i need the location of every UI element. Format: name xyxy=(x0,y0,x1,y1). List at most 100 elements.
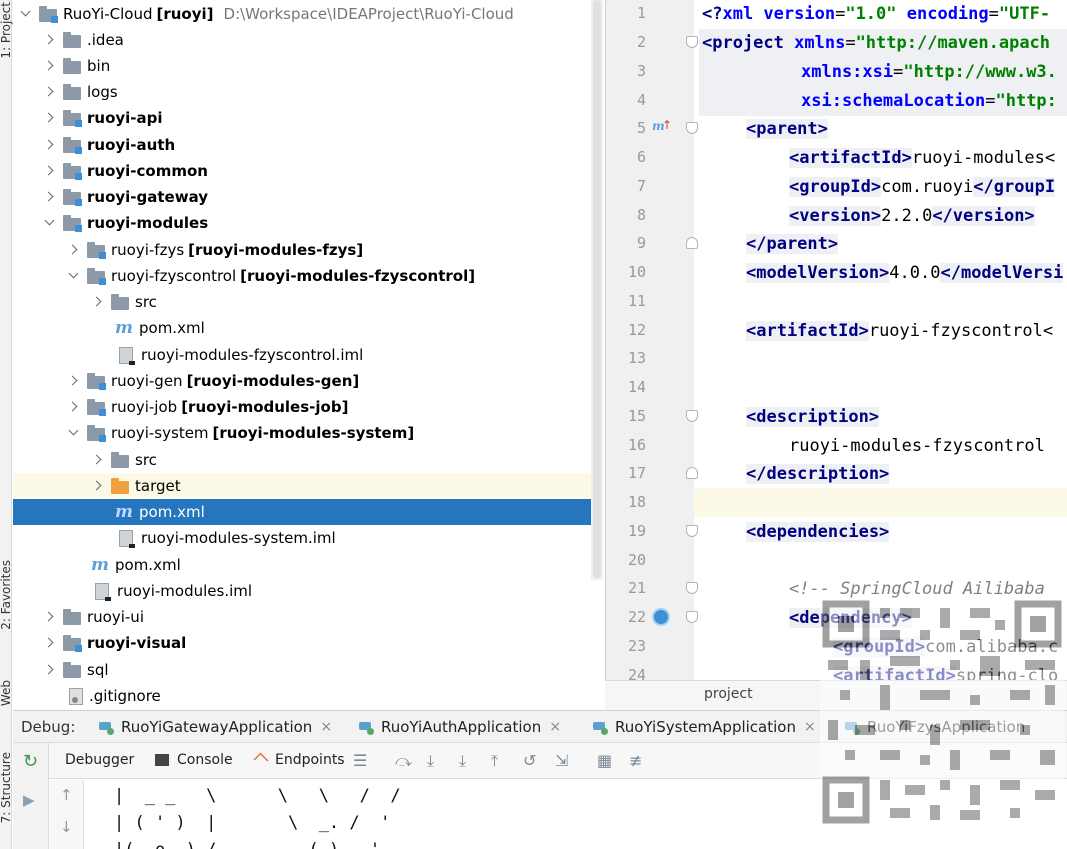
evaluate-expression-icon[interactable]: ▦ xyxy=(597,751,612,770)
tree-item-ruoyi-visual[interactable]: ruoyi-visual xyxy=(13,630,603,656)
expand-arrow-icon[interactable] xyxy=(43,165,55,177)
fold-marker-icon[interactable] xyxy=(686,122,698,134)
tree-item-logs[interactable]: logs xyxy=(13,79,603,105)
expand-arrow-icon[interactable] xyxy=(91,480,103,492)
navigate-up-arrow-icon[interactable]: ↑ xyxy=(662,118,672,132)
tree-item-ruoyi-ui[interactable]: ruoyi-ui xyxy=(13,604,603,630)
code-line-12: <artifactId>ruoyi-fzyscontrol< xyxy=(746,317,1053,346)
debug-session-tab-auth[interactable]: RuoYiAuthApplication × xyxy=(359,718,561,736)
structure-tool-tab[interactable]: 7: Structure xyxy=(0,752,13,823)
expand-arrow-icon[interactable] xyxy=(43,191,55,203)
expand-arrow-icon[interactable] xyxy=(67,244,79,256)
close-icon[interactable]: × xyxy=(320,719,332,735)
code-line-21: <!-- SpringCloud Ailibaba xyxy=(789,575,1045,604)
fold-marker-icon[interactable] xyxy=(686,467,698,479)
line-number: 8 xyxy=(636,206,646,224)
tree-item-src[interactable]: src xyxy=(13,447,603,473)
expand-arrow-icon[interactable] xyxy=(43,86,55,98)
project-tree[interactable]: RuoYi-Cloud [ruoyi] D:\Workspace\IDEAPro… xyxy=(13,0,603,710)
show-execution-point-icon[interactable]: ⤼ xyxy=(395,751,412,771)
menu-icon[interactable]: ☰ xyxy=(353,751,367,770)
step-out-icon[interactable]: ⤒ xyxy=(491,751,498,771)
tree-item-ruoyi-auth[interactable]: ruoyi-auth xyxy=(13,132,603,158)
run-to-cursor-icon[interactable]: ⇲ xyxy=(555,751,568,770)
scroll-up-icon[interactable]: ↑ xyxy=(60,786,73,804)
debug-session-tab-fzys[interactable]: RuoYiFzysApplication xyxy=(845,718,1025,736)
drop-frame-icon[interactable]: ↺ xyxy=(523,751,536,770)
expand-arrow-icon[interactable] xyxy=(43,664,55,676)
tree-item-iml-file[interactable]: ruoyi-modules-fzyscontrol.iml xyxy=(13,342,603,368)
step-over-icon[interactable]: ⤓ xyxy=(427,751,434,771)
debug-session-tab-system[interactable]: RuoYiSystemApplication × xyxy=(593,718,816,736)
tree-item-ruoyi-api[interactable]: ruoyi-api xyxy=(13,105,603,131)
expand-arrow-icon[interactable] xyxy=(43,611,55,623)
fold-marker-icon[interactable] xyxy=(686,36,698,48)
breadcrumb-project[interactable]: project xyxy=(704,686,753,702)
tree-item-target[interactable]: target xyxy=(13,473,603,499)
tree-item-ruoyi-system[interactable]: ruoyi-system [ruoyi-modules-system] xyxy=(13,420,603,446)
module-folder-icon xyxy=(63,162,82,180)
collapse-arrow-icon[interactable] xyxy=(43,217,55,229)
code-editor[interactable]: 1 2 3 4 5 6 7 8 9 10 11 12 13 14 15 16 1… xyxy=(605,0,1067,680)
tree-item-bin[interactable]: bin xyxy=(13,53,603,79)
session-name: RuoYiSystemApplication xyxy=(615,718,796,736)
debug-label: Debug: xyxy=(21,718,76,736)
tree-item-gitignore[interactable]: .gitignore xyxy=(13,683,603,709)
scrollbar-thumb[interactable] xyxy=(593,0,601,578)
fold-marker-icon[interactable] xyxy=(686,611,698,623)
expand-arrow-icon[interactable] xyxy=(43,112,55,124)
tree-item-pom-xml[interactable]: m pom.xml xyxy=(13,552,603,578)
expand-arrow-icon[interactable] xyxy=(43,637,55,649)
tab-console[interactable]: Console xyxy=(155,752,233,768)
tab-endpoints[interactable]: Endpoints xyxy=(253,752,345,768)
resume-icon[interactable]: ▶ xyxy=(23,791,35,809)
collapse-arrow-icon[interactable] xyxy=(19,8,31,20)
tree-item-pom-xml-selected[interactable]: m pom.xml xyxy=(13,499,603,525)
tree-item-src[interactable]: src xyxy=(13,289,603,315)
tree-item-ruoyi-fzys[interactable]: ruoyi-fzys [ruoyi-modules-fzys] xyxy=(13,237,603,263)
tree-item-ruoyi-gen[interactable]: ruoyi-gen [ruoyi-modules-gen] xyxy=(13,368,603,394)
trace-icon[interactable]: ≢ xyxy=(629,751,642,770)
tree-item-ruoyi-modules[interactable]: ruoyi-modules xyxy=(13,210,603,236)
project-tool-tab[interactable]: 1: Project xyxy=(0,2,13,59)
expand-arrow-icon[interactable] xyxy=(43,139,55,151)
spring-boot-run-icon xyxy=(845,720,860,735)
tree-item-root[interactable]: RuoYi-Cloud [ruoyi] D:\Workspace\IDEAPro… xyxy=(13,1,603,27)
fold-marker-icon[interactable] xyxy=(686,410,698,422)
tree-item-sql[interactable]: sql xyxy=(13,657,603,683)
tree-item-iml-file[interactable]: ruoyi-modules.iml xyxy=(13,578,603,604)
collapse-arrow-icon[interactable] xyxy=(67,270,79,282)
tab-debugger[interactable]: Debugger xyxy=(65,752,134,768)
tree-item-iml-file[interactable]: ruoyi-modules-system.iml xyxy=(13,525,603,551)
expand-arrow-icon[interactable] xyxy=(43,34,55,46)
tree-scrollbar[interactable] xyxy=(591,0,603,580)
spring-boot-run-icon xyxy=(359,720,374,735)
tree-item-ruoyi-fzyscontrol[interactable]: ruoyi-fzyscontrol [ruoyi-modules-fzyscon… xyxy=(13,263,603,289)
step-into-icon[interactable]: ⤓ xyxy=(459,751,466,771)
expand-arrow-icon[interactable] xyxy=(91,454,103,466)
favorites-tool-tab[interactable]: 2: Favorites xyxy=(0,560,13,630)
collapse-arrow-icon[interactable] xyxy=(67,427,79,439)
dependency-marker-icon[interactable] xyxy=(652,608,670,626)
expand-arrow-icon[interactable] xyxy=(67,401,79,413)
expand-arrow-icon[interactable] xyxy=(43,60,55,72)
expand-arrow-icon[interactable] xyxy=(67,375,79,387)
line-number: 2 xyxy=(636,33,646,51)
tree-item-ruoyi-gateway[interactable]: ruoyi-gateway xyxy=(13,184,603,210)
close-icon[interactable]: × xyxy=(804,719,816,735)
fold-marker-icon[interactable] xyxy=(686,237,698,249)
fold-marker-icon[interactable] xyxy=(686,525,698,537)
fold-marker-icon[interactable] xyxy=(686,582,698,594)
tree-item-ruoyi-common[interactable]: ruoyi-common xyxy=(13,158,603,184)
scroll-down-icon[interactable]: ↓ xyxy=(60,818,73,836)
tree-item-pom-xml[interactable]: m pom.xml xyxy=(13,315,603,341)
close-icon[interactable]: × xyxy=(549,719,561,735)
tree-item-ruoyi-job[interactable]: ruoyi-job [ruoyi-modules-job] xyxy=(13,394,603,420)
code-token: = xyxy=(845,33,856,53)
tab-label: Debugger xyxy=(65,752,135,768)
expand-arrow-icon[interactable] xyxy=(91,296,103,308)
tree-item-idea[interactable]: .idea xyxy=(13,27,603,53)
web-tool-tab[interactable]: Web xyxy=(0,680,13,706)
debug-session-tab-gateway[interactable]: RuoYiGatewayApplication × xyxy=(99,718,332,736)
rerun-icon[interactable]: ↻ xyxy=(23,751,38,772)
